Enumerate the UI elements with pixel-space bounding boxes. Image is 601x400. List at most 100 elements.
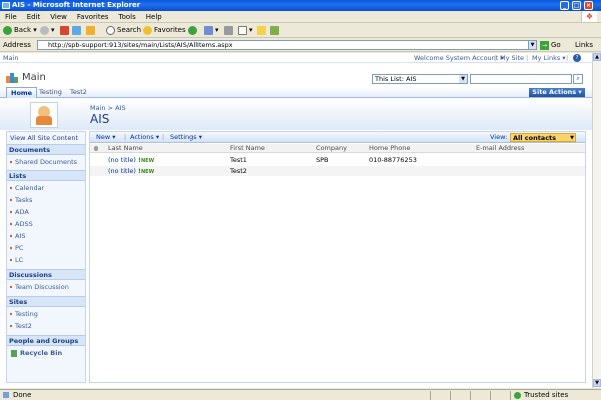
column-company[interactable]: Company <box>316 144 347 153</box>
menu-edit[interactable]: Edit <box>22 11 46 23</box>
nav-header-sites[interactable]: Sites <box>7 296 85 307</box>
star-icon <box>143 25 152 35</box>
forward-button[interactable]: ▾ <box>40 25 55 36</box>
search-scope-select[interactable]: This List: AIS ▼ <box>372 74 468 84</box>
help-icon[interactable]: ? <box>573 54 581 62</box>
scroll-up-icon[interactable]: ▲ <box>593 53 601 61</box>
menu-file[interactable]: File <box>0 11 22 23</box>
nav-header-discussions[interactable]: Discussions <box>7 269 85 280</box>
attachment-icon <box>94 146 98 151</box>
column-first-name[interactable]: First Name <box>230 144 265 153</box>
recycle-bin-link[interactable]: Recycle Bin <box>11 349 62 357</box>
cell-home-phone: 010-88776253 <box>369 156 417 164</box>
site-actions-button[interactable]: Site Actions ▾ <box>529 88 585 97</box>
sidebar-item-calendar[interactable]: Calendar <box>10 184 44 192</box>
column-last-name[interactable]: Last Name <box>108 144 143 153</box>
quick-launch: View All Site Content Documents Shared D… <box>6 131 86 383</box>
discuss-button[interactable] <box>257 25 268 36</box>
close-button[interactable]: × <box>584 1 593 10</box>
window-title: AIS - Microsoft Internet Explorer <box>12 1 141 9</box>
edit-icon <box>238 25 247 35</box>
table-row[interactable]: (no title) !NEW Test2 <box>90 166 585 176</box>
sidebar-item-team-discussion[interactable]: Team Discussion <box>10 283 69 291</box>
menu-tools[interactable]: Tools <box>114 11 141 23</box>
sidebar-item-testing[interactable]: Testing <box>10 310 38 318</box>
site-title[interactable]: Main <box>22 72 46 83</box>
column-home-phone[interactable]: Home Phone <box>369 144 410 153</box>
search-icon <box>106 25 115 35</box>
sidebar-item-ada[interactable]: ADA <box>10 208 29 216</box>
discuss-icon <box>257 25 266 35</box>
status-bar: Done Trusted sites <box>0 389 601 400</box>
print-button[interactable] <box>224 25 235 36</box>
scroll-down-icon[interactable]: ▼ <box>593 379 601 387</box>
menu-help[interactable]: Help <box>141 11 167 23</box>
item-title-link[interactable]: (no title) <box>108 156 136 164</box>
settings-menu[interactable]: Settings ▾ <box>170 132 202 143</box>
address-dropdown-button[interactable]: ▼ <box>528 40 537 50</box>
view-select[interactable]: All contacts ▼ <box>510 133 576 142</box>
security-zone: Trusted sites <box>524 391 569 399</box>
sidebar-item-test2[interactable]: Test2 <box>10 322 32 330</box>
column-header-row: Last Name First Name Company Home Phone … <box>90 144 585 153</box>
address-label: Address <box>3 41 31 49</box>
minimize-button[interactable]: _ <box>560 1 569 10</box>
new-menu[interactable]: New ▾ <box>96 132 116 143</box>
sidebar-item-pc[interactable]: PC <box>10 244 23 252</box>
page-title: AIS <box>90 112 110 126</box>
chevron-down-icon: ▼ <box>459 75 467 83</box>
refresh-button[interactable] <box>72 25 83 36</box>
welcome-menu[interactable]: Welcome System Account ▾ <box>414 53 504 63</box>
recycle-bin-icon <box>11 349 17 357</box>
tab-test2[interactable]: Test2 <box>66 87 91 98</box>
my-site-link[interactable]: My Site <box>500 53 524 63</box>
search-go-icon[interactable]: ⌕ <box>573 74 583 84</box>
links-button[interactable]: Links <box>575 40 593 50</box>
stop-button[interactable] <box>60 25 71 36</box>
sidebar-item-shared-documents[interactable]: Shared Documents <box>10 158 77 166</box>
home-icon <box>86 25 95 35</box>
back-button[interactable]: Back ▾ <box>3 25 37 36</box>
go-arrow-icon: → <box>540 40 549 50</box>
tab-testing[interactable]: Testing <box>35 87 66 98</box>
edit-button[interactable]: ▾ <box>238 25 253 36</box>
search-input[interactable] <box>470 74 572 84</box>
site-collection-label[interactable]: Main <box>3 53 19 63</box>
messenger-button[interactable] <box>270 25 281 36</box>
table-row[interactable]: (no title) !NEW Test1 SPB 010-88776253 <box>90 155 585 165</box>
trusted-sites-icon <box>514 392 521 399</box>
maximize-button[interactable]: □ <box>572 1 581 10</box>
tab-home[interactable]: Home <box>6 87 38 98</box>
list-view: New ▾ | Actions ▾ | Settings ▾ View: All… <box>89 131 586 383</box>
sidebar-item-adss[interactable]: ADSS <box>10 220 33 228</box>
item-title-link[interactable]: (no title) <box>108 167 136 175</box>
go-button[interactable]: → Go <box>540 40 568 50</box>
column-email-address[interactable]: E-mail Address <box>476 144 524 153</box>
site-image <box>30 102 58 128</box>
vertical-scrollbar[interactable]: ▲ ▼ <box>592 53 601 388</box>
nav-header-documents[interactable]: Documents <box>7 144 85 155</box>
mail-button[interactable]: ▾ <box>204 25 219 36</box>
windows-logo-icon: ❖ <box>581 11 597 22</box>
breadcrumb[interactable]: Main > AIS <box>90 104 126 112</box>
home-button[interactable] <box>86 25 97 36</box>
mail-icon <box>204 25 213 35</box>
favorites-button[interactable]: Favorites <box>143 25 186 36</box>
nav-header-lists[interactable]: Lists <box>7 170 85 181</box>
menu-view[interactable]: View <box>45 11 72 23</box>
sidebar-item-ais[interactable]: AIS <box>10 232 26 240</box>
view-all-site-content-link[interactable]: View All Site Content <box>10 134 78 142</box>
nav-header-people-and-groups[interactable]: People and Groups <box>7 335 85 346</box>
sidebar-item-lc[interactable]: LC <box>10 256 23 264</box>
actions-menu[interactable]: Actions ▾ <box>130 132 159 143</box>
search-button[interactable]: Search <box>106 25 141 36</box>
menu-favorites[interactable]: Favorites <box>72 11 114 23</box>
address-input[interactable]: http://spb-support:913/sites/main/Lists/… <box>37 40 537 50</box>
history-icon <box>188 25 197 35</box>
history-button[interactable] <box>188 25 199 36</box>
cell-first-name: Test2 <box>230 167 247 175</box>
my-links-menu[interactable]: My Links ▾ <box>532 53 566 63</box>
top-navigation: Home Testing Test2 Site Actions ▾ <box>0 87 592 98</box>
page-icon <box>3 392 9 398</box>
sidebar-item-tasks[interactable]: Tasks <box>10 196 32 204</box>
